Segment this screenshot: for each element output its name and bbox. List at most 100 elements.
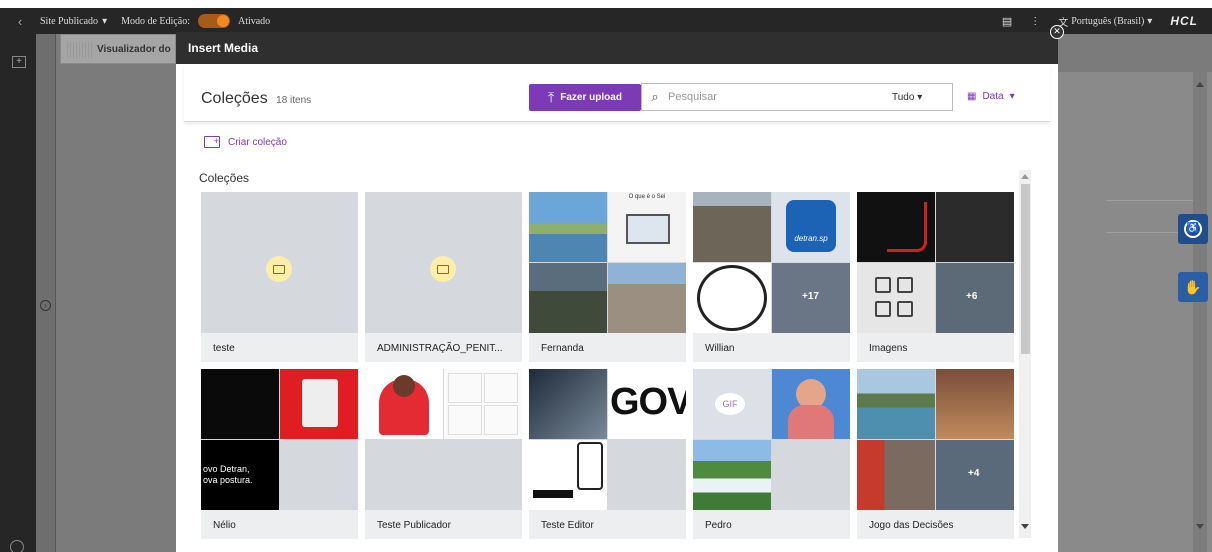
page-icon[interactable]: ▤ bbox=[1002, 15, 1012, 28]
upload-label: Fazer upload bbox=[560, 92, 622, 103]
collection-card[interactable]: ADMINISTRAÇÃO_PENIT... bbox=[365, 192, 522, 362]
laptop-shape bbox=[626, 214, 670, 244]
edit-mode-state: Ativado bbox=[237, 15, 271, 27]
scrollbar-thumb[interactable] bbox=[1021, 184, 1030, 354]
collection-card[interactable]: +6 Imagens bbox=[857, 192, 1014, 362]
modal-header: Insert Media bbox=[176, 32, 1058, 64]
chevron-down-icon: ▾ bbox=[1009, 91, 1015, 102]
create-collection-link[interactable]: + Criar coleção bbox=[204, 136, 287, 148]
icon-tile bbox=[484, 373, 518, 403]
modal-toolbar: Coleções 18 itens ⤒ Fazer upload ⌕ Pesqu… bbox=[184, 64, 1050, 122]
detran-slogan: ovo Detran, ova postura. bbox=[201, 440, 279, 510]
more-count: +6 bbox=[966, 291, 978, 302]
laptop-photo: O que é o Sei bbox=[608, 192, 686, 262]
sign-language-button[interactable]: ✋ bbox=[1178, 272, 1208, 302]
page-scrollbar[interactable] bbox=[1193, 72, 1207, 552]
left-rail: + bbox=[0, 34, 36, 552]
card-thumbnail: ovo Detran, ova postura. bbox=[201, 369, 358, 510]
more-vertical-icon[interactable]: ⋮ bbox=[1030, 16, 1040, 27]
app-store-image bbox=[529, 440, 607, 510]
people-photo-2: +4 bbox=[936, 440, 1014, 510]
card-label: teste bbox=[201, 333, 358, 362]
collection-card[interactable]: O que é o Sei Fernanda bbox=[529, 192, 686, 362]
collection-card[interactable]: GIF Pedro bbox=[693, 369, 850, 539]
language-label: Português (Brasil) bbox=[1071, 15, 1145, 27]
section-title: Coleções bbox=[199, 171, 250, 185]
edit-mode-toggle[interactable]: Modo de Edição: Ativado bbox=[121, 14, 270, 28]
fair-photo bbox=[936, 369, 1014, 439]
close-icon[interactable]: ✕ bbox=[1050, 25, 1064, 39]
back-chevron-icon[interactable]: ‹ bbox=[0, 14, 40, 29]
sort-label: Data bbox=[982, 91, 1004, 102]
collection-card[interactable]: GOV Teste Editor bbox=[529, 369, 686, 539]
empty-tile bbox=[280, 440, 358, 510]
empty-tile bbox=[444, 440, 522, 510]
create-collection-label: Criar coleção bbox=[228, 136, 287, 148]
phone-shape bbox=[577, 442, 603, 490]
grid-scrollbar[interactable] bbox=[1019, 170, 1031, 538]
people-photo bbox=[857, 440, 935, 510]
divider bbox=[1106, 200, 1206, 201]
toggle-switch[interactable] bbox=[197, 14, 230, 28]
upload-arrow-icon: ⤒ bbox=[548, 89, 555, 105]
store-badge bbox=[533, 490, 573, 498]
black-image bbox=[201, 369, 279, 439]
search-input[interactable]: Pesquisar bbox=[668, 91, 892, 103]
skyline-photo bbox=[608, 263, 686, 333]
filter-dropdown[interactable]: Tudo ▾ bbox=[892, 92, 952, 103]
upload-button[interactable]: ⤒ Fazer upload bbox=[529, 84, 641, 111]
side-panel: › bbox=[36, 34, 56, 552]
collection-card[interactable]: detran.sp +17 Willian bbox=[693, 192, 850, 362]
laptop-dark-photo bbox=[529, 369, 607, 439]
dark-photo bbox=[936, 192, 1014, 262]
bottom-rail-icon[interactable] bbox=[10, 540, 24, 552]
grid-view-icon[interactable]: ▦ bbox=[967, 91, 976, 102]
collections-grid: teste ADMINISTRAÇÃO_PENIT... O que é o S… bbox=[201, 192, 1016, 539]
scroll-up-icon[interactable] bbox=[1021, 174, 1029, 179]
card-thumbnail: GOV bbox=[529, 369, 686, 510]
card-label: Pedro bbox=[693, 510, 850, 539]
collection-card[interactable]: teste bbox=[201, 192, 358, 362]
empty-tile bbox=[608, 440, 686, 510]
sort-dropdown[interactable]: ▦ Data ▾ bbox=[967, 91, 1015, 102]
scroll-down-icon[interactable] bbox=[1196, 524, 1204, 529]
page: ‹ Site Publicado ▾ Modo de Edição: Ativa… bbox=[0, 0, 1212, 552]
gif-tile: GIF bbox=[693, 369, 771, 439]
scroll-up-icon[interactable] bbox=[1196, 82, 1204, 87]
expand-circle-icon[interactable]: › bbox=[40, 300, 51, 311]
more-count: +17 bbox=[802, 291, 819, 302]
card-thumbnail bbox=[201, 192, 358, 333]
accessibility-button[interactable]: ♿ bbox=[1178, 214, 1208, 244]
circle-image bbox=[693, 263, 771, 333]
card-thumbnail bbox=[365, 192, 522, 333]
folder-plus-icon: + bbox=[204, 136, 220, 148]
scroll-down-icon[interactable] bbox=[1021, 524, 1029, 529]
folder-icon bbox=[266, 256, 292, 282]
accessibility-icon: ♿ bbox=[1184, 220, 1202, 238]
empty-tile bbox=[772, 440, 850, 510]
card-thumbnail: +6 bbox=[857, 192, 1014, 333]
card-label: Jogo das Decisões bbox=[857, 510, 1014, 539]
right-panel bbox=[1058, 72, 1212, 552]
card-label: ADMINISTRAÇÃO_PENIT... bbox=[365, 333, 522, 362]
add-panel-icon[interactable]: + bbox=[12, 56, 26, 68]
gov-text: GOV bbox=[610, 381, 686, 423]
collection-card[interactable]: Teste Publicador bbox=[365, 369, 522, 539]
search-box[interactable]: ⌕ Pesquisar Tudo ▾ bbox=[641, 83, 953, 111]
woman-phone-photo bbox=[365, 369, 443, 439]
insert-media-modal: Coleções 18 itens ⤒ Fazer upload ⌕ Pesqu… bbox=[176, 64, 1058, 552]
doc-icon bbox=[897, 301, 913, 317]
site-dropdown[interactable]: Site Publicado ▾ bbox=[40, 16, 107, 27]
collection-card[interactable]: ovo Detran, ova postura. Nélio bbox=[201, 369, 358, 539]
top-bar: ‹ Site Publicado ▾ Modo de Edição: Ativa… bbox=[0, 8, 1212, 34]
body-shape bbox=[788, 405, 834, 439]
thumb-caption: O que é o Sei bbox=[628, 194, 666, 200]
red-line-shape bbox=[887, 202, 927, 252]
top-bar-right: ▤ ⋮ 文 Português (Brasil) ▾ HCL bbox=[1002, 8, 1212, 34]
viewer-tab-label: Visualizador do bbox=[97, 43, 171, 55]
document-icons bbox=[857, 263, 935, 333]
icon-tile bbox=[448, 373, 482, 403]
collection-card[interactable]: +4 Jogo das Decisões bbox=[857, 369, 1014, 539]
card-thumbnail: +4 bbox=[857, 369, 1014, 510]
language-selector[interactable]: 文 Português (Brasil) ▾ bbox=[1058, 14, 1152, 29]
